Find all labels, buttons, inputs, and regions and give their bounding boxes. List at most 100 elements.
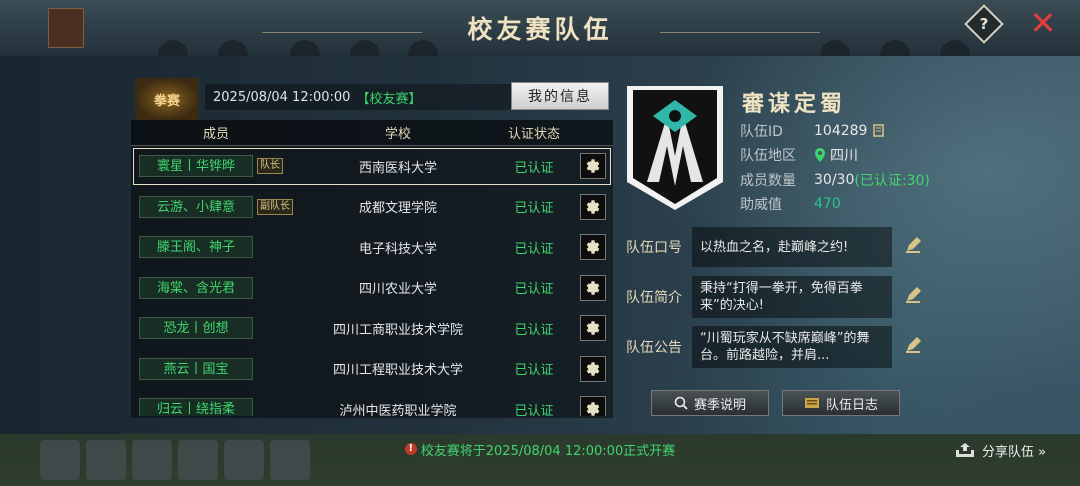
notice-text: “川蜀玩家从不缺席巅峰”的舞台。前路越险，并肩...	[692, 326, 892, 368]
notice-label: 队伍公告	[626, 340, 682, 356]
gear-icon	[586, 200, 600, 214]
team-region-row: 队伍地区 四川	[740, 145, 858, 165]
share-team-label: 分享队伍 »	[982, 444, 1047, 460]
team-log-label: 队伍日志	[825, 397, 878, 413]
title-divider-left	[262, 32, 422, 33]
school-name: 电子科技大学	[358, 241, 437, 257]
member-name[interactable]: 燕云丨国宝	[139, 357, 253, 380]
status-badge: 已认证	[514, 282, 554, 298]
team-name: 審谋定蜀	[742, 91, 847, 117]
gear-icon	[586, 402, 600, 416]
title-bar: 校友赛队伍	[0, 0, 1080, 56]
settings-button[interactable]	[580, 315, 606, 342]
table-row[interactable]: 恐龙丨创想 四川工商职业技术学院 已认证	[131, 308, 613, 349]
share-icon	[956, 443, 974, 457]
team-info-section: 队伍口号 以热血之名，赴巅峰之约! 队伍简介 秉持“打得一拳开，免得百拳来”的决…	[622, 224, 922, 370]
event-tag: 【校友赛】	[356, 91, 422, 107]
table-row[interactable]: 滕王阁、神子 电子科技大学 已认证	[131, 227, 613, 268]
member-name[interactable]: 恐龙丨创想	[139, 317, 253, 340]
log-book-icon	[804, 398, 819, 408]
school-name: 四川工程职业技术大学	[332, 363, 463, 379]
header-school: 学校	[384, 127, 411, 142]
slogan-text: 以热血之名，赴巅峰之约!	[692, 227, 892, 267]
settings-button[interactable]	[580, 396, 606, 416]
copy-icon[interactable]	[871, 124, 885, 138]
start-notice-text: 校友赛将于2025/08/04 12:00:00正式开赛	[420, 443, 676, 459]
team-region-label: 队伍地区	[740, 148, 796, 164]
settings-button[interactable]	[580, 234, 606, 261]
team-support-label: 助威值	[740, 197, 782, 213]
table-row[interactable]: 燕云丨国宝 四川工程职业技术大学 已认证	[131, 349, 613, 390]
member-name[interactable]: 云游、小肆意	[139, 195, 253, 218]
status-badge: 已认证	[514, 363, 554, 379]
school-name: 泸州中医药职业学院	[339, 403, 457, 416]
status-badge: 已认证	[514, 322, 554, 338]
start-notice: ! 校友赛将于2025/08/04 12:00:00正式开赛	[0, 437, 1080, 461]
member-name[interactable]: 归云丨绕指柔	[139, 398, 253, 416]
status-badge: 已认证	[514, 403, 554, 416]
gear-icon	[586, 159, 600, 173]
role-badge: 队长	[257, 158, 283, 175]
school-name: 成都文理学院	[358, 201, 437, 217]
team-id-label: 队伍ID	[740, 124, 783, 140]
intro-row: 队伍简介 秉持“打得一拳开，免得百拳来”的决心!	[622, 274, 922, 320]
member-name[interactable]: 滕王阁、神子	[139, 236, 253, 259]
team-support-row: 助威值 470	[740, 194, 841, 214]
page-title: 校友赛队伍	[467, 15, 613, 44]
slogan-label: 队伍口号	[626, 240, 682, 256]
status-badge: 已认证	[514, 241, 554, 257]
header-status: 认证状态	[507, 127, 560, 142]
settings-button[interactable]	[580, 274, 606, 301]
team-region-value: 四川	[830, 148, 858, 164]
close-button[interactable]: ✕	[1028, 7, 1058, 39]
table-row[interactable]: 海棠、含光君 四川农业大学 已认证	[131, 268, 613, 309]
gear-icon	[586, 240, 600, 254]
edit-icon[interactable]	[904, 236, 922, 254]
event-info: 2025/08/04 12:00:00 【校友赛】	[205, 84, 557, 110]
notice-row: 队伍公告 “川蜀玩家从不缺席巅峰”的舞台。前路越险，并肩...	[622, 324, 922, 370]
team-id-row: 队伍ID 104289	[740, 121, 885, 141]
table-row[interactable]: 寰星丨华铧晔 队长 西南医科大学 已认证	[131, 146, 613, 187]
slogan-row: 队伍口号 以热血之名，赴巅峰之约!	[622, 224, 922, 270]
search-icon	[674, 396, 688, 410]
title-divider-right	[660, 32, 820, 33]
location-pin-icon	[815, 148, 825, 162]
member-name[interactable]: 海棠、含光君	[139, 276, 253, 299]
member-name[interactable]: 寰星丨华铧晔	[139, 155, 253, 178]
edit-icon[interactable]	[904, 336, 922, 354]
status-badge: 已认证	[514, 201, 554, 217]
table-rows: 寰星丨华铧晔 队长 西南医科大学 已认证 云游、小肆意 副队长 成都文理学院 已…	[131, 146, 613, 416]
settings-button[interactable]	[580, 193, 606, 220]
help-icon: ?	[979, 15, 989, 33]
team-members-verified: (已认证:30)	[854, 173, 930, 189]
my-info-button[interactable]: 我的信息	[511, 82, 609, 110]
settings-button[interactable]	[580, 355, 606, 382]
edit-icon[interactable]	[904, 286, 922, 304]
gear-icon	[586, 362, 600, 376]
gear-icon	[586, 281, 600, 295]
team-members-value: 30/30	[814, 172, 855, 188]
table-row[interactable]: 云游、小肆意 副队长 成都文理学院 已认证	[131, 187, 613, 228]
team-support-value: 470	[814, 196, 841, 212]
team-members-label: 成员数量	[740, 173, 796, 189]
warning-icon: !	[404, 443, 417, 455]
status-badge: 已认证	[514, 160, 554, 176]
event-logo: 拳赛	[135, 78, 199, 120]
season-info-label: 赛季说明	[693, 397, 746, 413]
table-header: 成员 学校 认证状态	[131, 120, 613, 146]
team-log-button[interactable]: 队伍日志	[782, 390, 900, 416]
school-name: 西南医科大学	[358, 160, 437, 176]
event-datetime: 2025/08/04 12:00:00	[213, 89, 351, 105]
team-id-value: 104289	[814, 123, 868, 139]
school-name: 四川工商职业技术学院	[332, 322, 463, 338]
table-row[interactable]: 归云丨绕指柔 泸州中医药职业学院 已认证	[131, 389, 613, 416]
settings-button[interactable]	[580, 153, 606, 180]
team-members-row: 成员数量 30/30 (已认证:30)	[740, 170, 930, 190]
share-team-button[interactable]: 分享队伍 »	[954, 438, 1046, 462]
intro-text: 秉持“打得一拳开，免得百拳来”的决心!	[692, 276, 892, 318]
school-name: 四川农业大学	[358, 282, 437, 298]
header-member: 成员	[202, 127, 229, 142]
intro-label: 队伍简介	[626, 290, 682, 306]
season-info-button[interactable]: 赛季说明	[651, 390, 769, 416]
gear-icon	[586, 321, 600, 335]
